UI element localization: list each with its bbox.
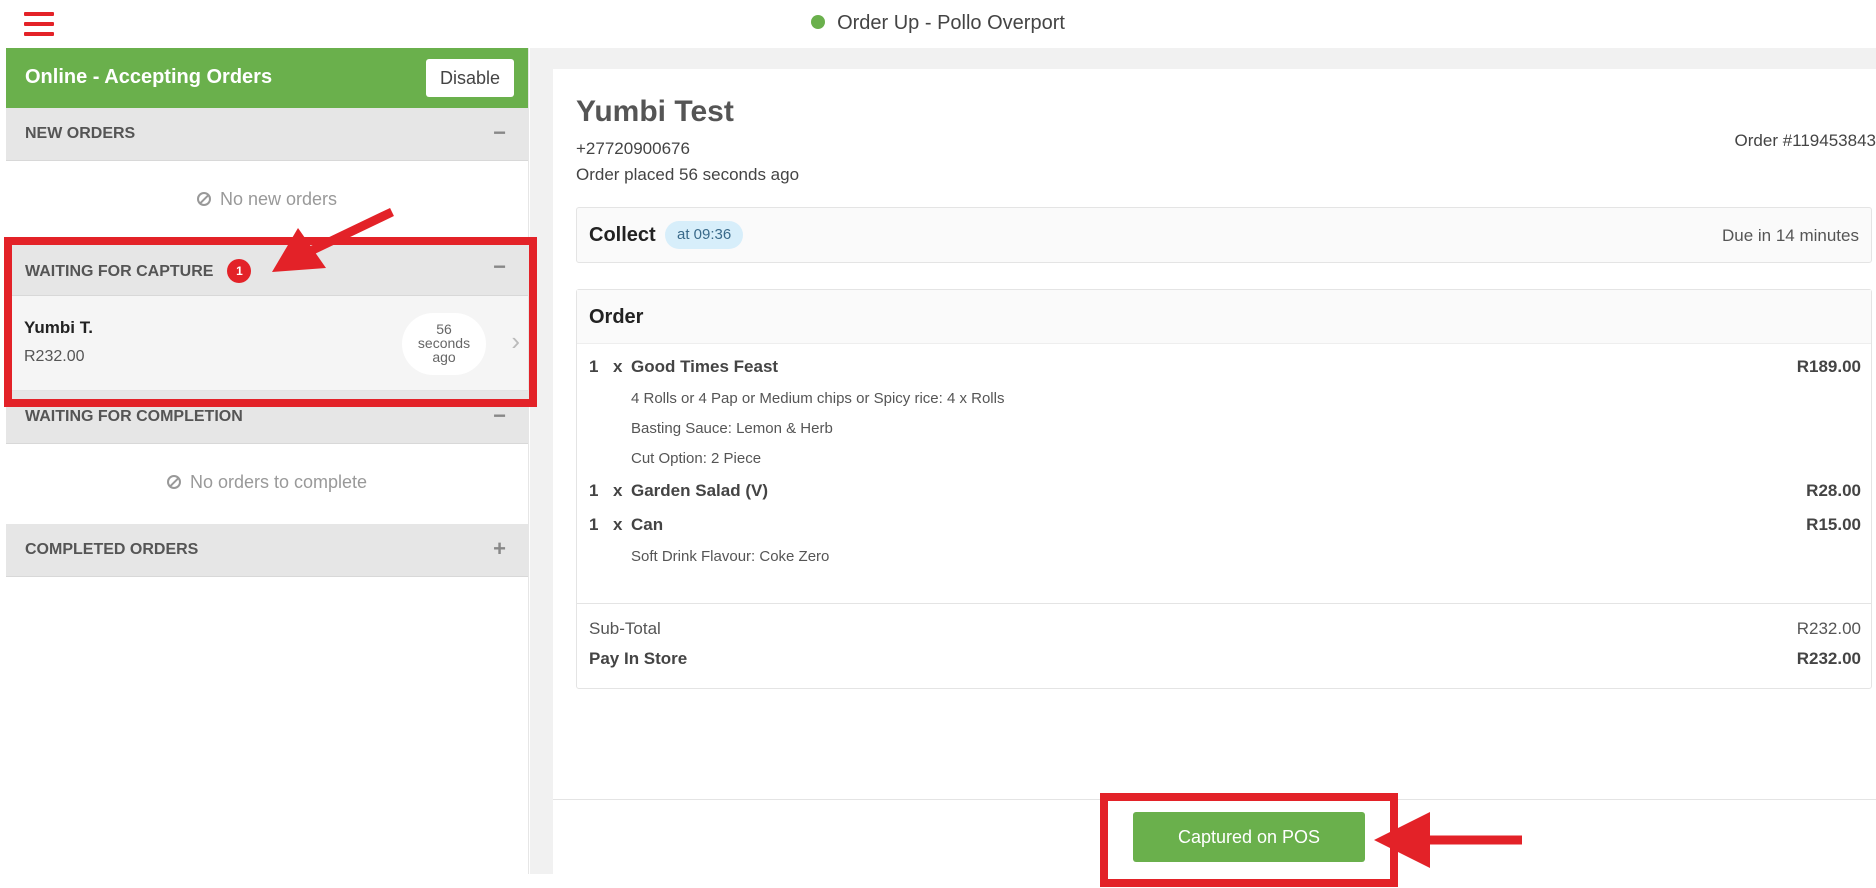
- ban-icon: [166, 475, 181, 489]
- pay-in-store-row: Pay In Store R232.00: [589, 649, 1861, 668]
- count-badge: 1: [227, 259, 252, 283]
- customer-phone: +27720900676: [576, 139, 690, 158]
- waiting-capture-title: WAITING FOR CAPTURE 1: [25, 259, 252, 283]
- collect-label: Collect: [589, 224, 656, 246]
- due-time: Due in 14 minutes: [1721, 226, 1859, 245]
- collect-time-badge: at 09:36: [665, 221, 744, 249]
- order-detail-panel: Yumbi Test +27720900676 Order placed 56 …: [530, 48, 1876, 874]
- waiting-capture-header[interactable]: WAITING FOR CAPTURE 1 −: [6, 241, 528, 296]
- online-status-bar: Online - Accepting Orders Disable: [6, 48, 528, 108]
- order-card[interactable]: Yumbi T. R232.00 56 seconds ago ›: [6, 296, 528, 391]
- completed-orders-title: COMPLETED ORDERS: [25, 541, 199, 558]
- waiting-completion-header[interactable]: WAITING FOR COMPLETION −: [6, 391, 528, 444]
- online-status-text: Online - Accepting Orders: [25, 66, 273, 88]
- order-customer-name: Yumbi T.: [24, 318, 93, 337]
- waiting-completion-empty: No orders to complete: [6, 444, 528, 524]
- online-status-dot-icon: [811, 15, 826, 29]
- new-orders-header[interactable]: NEW ORDERS −: [6, 108, 528, 161]
- new-orders-title: NEW ORDERS: [25, 125, 136, 142]
- order-number: Order #119453843: [1734, 131, 1876, 150]
- order-totals: Sub-Total R232.00 Pay In Store R232.00: [577, 603, 1871, 689]
- new-orders-empty: No new orders: [6, 161, 528, 241]
- collapse-icon[interactable]: −: [493, 120, 506, 146]
- order-amount: R232.00: [24, 348, 85, 365]
- order-section-title: Order: [589, 306, 644, 328]
- item-modifier: Basting Sauce: Lemon & Herb: [631, 420, 833, 437]
- collect-info: Collect at 09:36 Due in 14 minutes: [576, 207, 1872, 263]
- customer-name: Yumbi Test: [576, 95, 734, 128]
- chevron-right-icon: ›: [511, 326, 520, 356]
- item-modifier: Cut Option: 2 Piece: [631, 450, 762, 467]
- expand-icon[interactable]: +: [493, 536, 506, 562]
- completed-orders-header[interactable]: COMPLETED ORDERS +: [6, 524, 528, 577]
- item-modifier: 4 Rolls or 4 Pap or Medium chips or Spic…: [631, 390, 1005, 407]
- item-modifier: Soft Drink Flavour: Coke Zero: [631, 548, 830, 565]
- waiting-completion-title: WAITING FOR COMPLETION: [25, 408, 243, 425]
- order-elapsed-time: 56 seconds ago: [402, 313, 486, 375]
- sidebar: Online - Accepting Orders Disable NEW OR…: [6, 48, 529, 874]
- captured-on-pos-button[interactable]: Captured on POS: [1133, 812, 1365, 862]
- disable-button[interactable]: Disable: [426, 59, 514, 97]
- app-title: Order Up - Pollo Overport: [0, 12, 1876, 35]
- collapse-icon[interactable]: −: [493, 254, 506, 280]
- collapse-icon[interactable]: −: [493, 403, 506, 429]
- order-section-header: Order: [577, 290, 1871, 344]
- order-placed-time: Order placed 56 seconds ago: [576, 165, 800, 184]
- subtotal-row: Sub-Total R232.00: [589, 619, 1861, 638]
- order-detail-content: Yumbi Test +27720900676 Order placed 56 …: [553, 69, 1876, 799]
- order-items-box: Order 1 x Good Times Feast R189.00 4 Rol…: [576, 289, 1872, 689]
- top-bar: Order Up - Pollo Overport: [0, 0, 1876, 48]
- ban-icon: [196, 192, 211, 206]
